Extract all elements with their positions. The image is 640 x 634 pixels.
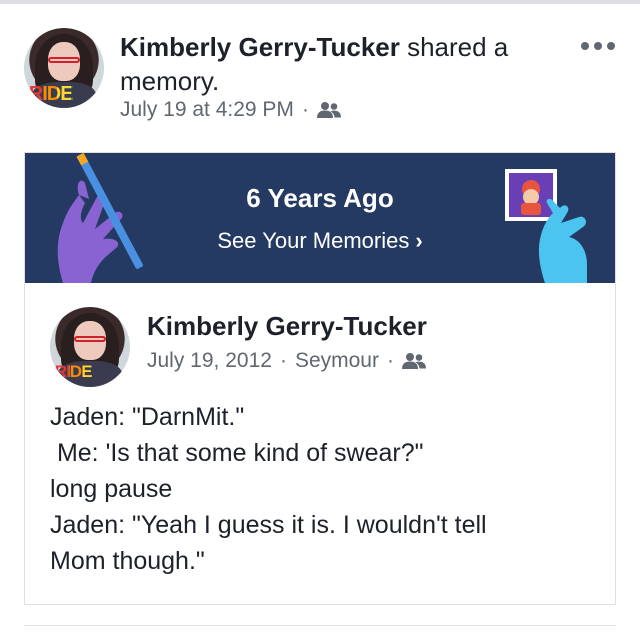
meta-separator: · [279,349,287,372]
post-text-line: Mom though." [50,547,205,575]
original-author-avatar[interactable]: RIDE [50,307,130,387]
more-options-icon[interactable] [578,34,618,58]
post-text-line: long pause [50,475,173,503]
avatar-pride-badge: RIDE [55,363,125,380]
meta-separator: · [301,98,309,121]
location-link[interactable]: Seymour [295,349,379,373]
bottom-divider [24,625,616,626]
hand-photo-illustration [505,169,587,283]
post-text-line: Me: 'Is that some kind of swear?" [50,439,424,467]
original-post-date[interactable]: July 19, 2012 [147,349,272,373]
original-post-meta: July 19, 2012 · Seymour · [147,349,426,373]
friends-icon[interactable] [401,352,426,370]
memory-card[interactable]: 6 Years Ago See Your Memories › RIDE Kimb… [24,152,616,605]
author-avatar[interactable]: RIDE [24,28,104,108]
original-author-name-link[interactable]: Kimberly Gerry-Tucker [147,311,427,342]
post-timestamp[interactable]: July 19 at 4:29 PM [120,98,294,122]
post-text-line: Jaden: "DarnMit." [50,403,245,431]
see-memories-label: See Your Memories [217,228,410,253]
meta-separator: · [386,349,394,372]
post-header-text: Kimberly Gerry-Tucker shared a memory. [120,30,580,98]
chevron-right-icon: › [415,228,423,253]
top-divider [0,0,640,4]
post-text-line: Jaden: "Yeah I guess it is. I wouldn't t… [50,511,487,539]
author-name-link[interactable]: Kimberly Gerry-Tucker [120,32,400,62]
memories-banner[interactable]: 6 Years Ago See Your Memories › [25,153,615,283]
post-meta: July 19 at 4:29 PM · [120,98,341,122]
original-post-body: Jaden: "DarnMit." Me: 'Is that some kind… [50,399,590,579]
friends-icon[interactable] [316,101,341,119]
hand-pencil-illustration [57,153,143,283]
avatar-pride-badge: RIDE [29,84,99,104]
